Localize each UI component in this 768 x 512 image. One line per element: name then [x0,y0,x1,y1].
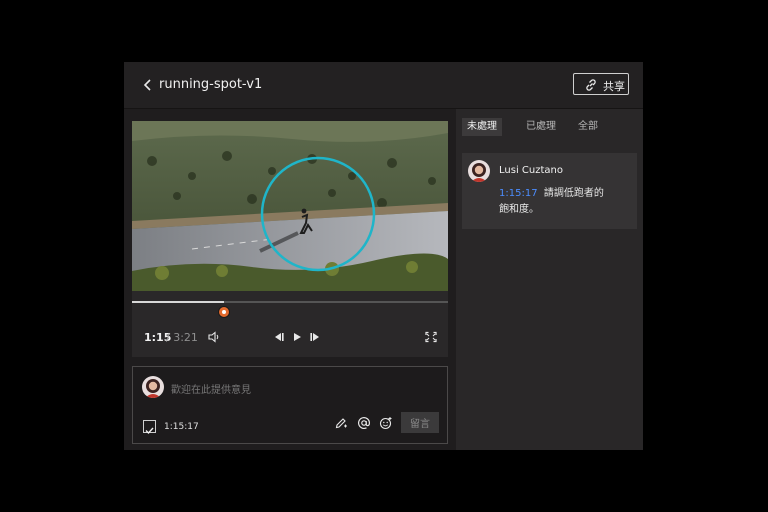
comment-card[interactable]: Lusi Cuztano 1:15:17 請調低跑者的 飽和度。 [462,153,637,229]
duration: / 3:21 [166,331,198,344]
tab-all[interactable]: 全部 [578,118,598,136]
fullscreen-icon[interactable] [424,331,438,343]
review-window: running-spot-v1 共享 1:15 / 3:21 歡迎在此提供意見 … [124,62,643,450]
comment-timestamp-link[interactable]: 1:15:17 [499,188,538,199]
volume-icon[interactable] [207,331,221,343]
video-still [132,121,448,291]
check-icon [145,427,154,435]
player-panel: 1:15 / 3:21 歡迎在此提供意見 1:15:17 留言 [124,109,456,450]
annotate-pen-icon[interactable] [334,416,348,430]
comment-composer[interactable]: 歡迎在此提供意見 1:15:17 留言 [132,366,448,444]
comment-text-line1: 請調低跑者的 [543,188,604,199]
scrubber-progress [132,301,224,303]
share-label: 共享 [603,80,625,93]
play-icon[interactable] [290,331,304,343]
player-controls: 1:15 / 3:21 [132,291,448,357]
tab-resolved[interactable]: 已處理 [526,118,556,136]
comment-text-line2: 飽和度。 [499,204,539,215]
project-title: running-spot-v1 [159,77,263,92]
comment-input-placeholder[interactable]: 歡迎在此提供意見 [171,381,251,396]
emoji-icon[interactable] [379,416,393,430]
avatar [468,160,490,182]
share-button[interactable]: 共享 [573,73,629,95]
comment-marker[interactable] [217,306,230,318]
link-icon [586,79,596,91]
chevron-left-icon[interactable] [140,76,156,94]
header-bar: running-spot-v1 共享 [124,62,643,109]
mention-at-icon[interactable] [357,416,371,430]
avatar [142,376,164,398]
previous-frame-icon[interactable] [272,331,286,343]
timestamp-checkbox[interactable] [143,420,156,435]
video-frame[interactable] [132,121,448,291]
tab-unresolved[interactable]: 未處理 [462,118,502,136]
comment-author: Lusi Cuztano [499,165,563,176]
comments-panel: 未處理 已處理 全部 Lusi Cuztano 1:15:17 請調低跑者的 飽… [456,109,643,450]
comment-body: 1:15:17 請調低跑者的 飽和度。 [499,186,619,218]
submit-comment-button[interactable]: 留言 [401,412,439,433]
next-frame-icon[interactable] [308,331,322,343]
comment-timestamp: 1:15:17 [164,422,199,432]
